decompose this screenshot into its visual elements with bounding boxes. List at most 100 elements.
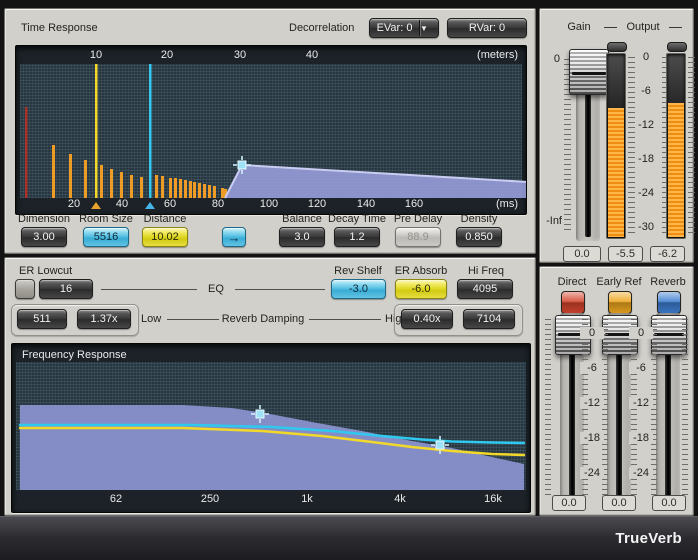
frequency-response-plot [12, 344, 530, 512]
freq-tick-label: 250 [201, 493, 219, 505]
early-reflection-bar [221, 188, 224, 198]
chevron-down-icon[interactable]: ▼ [420, 24, 438, 33]
early-reflection-bar [184, 180, 187, 198]
damping-line-left [167, 319, 219, 320]
er-lowcut-value[interactable]: 16 [39, 279, 93, 299]
spread-marker-line[interactable] [149, 64, 152, 198]
early-reflection-bar [213, 186, 216, 198]
time-meters-tick-label: 10 [90, 49, 102, 61]
spread-marker-triangle[interactable] [145, 202, 155, 209]
frequency-response-graph[interactable]: Frequency Response 622501k4k16k [11, 343, 531, 513]
mix-panel: Direct0.0Early Ref0.0Reverb0.00-6-12-18-… [539, 266, 694, 516]
mix-scale-label: 0 [580, 327, 604, 339]
hi-freq-value[interactable]: 4095 [457, 279, 513, 299]
time-ms-tick-label: 100 [260, 198, 278, 210]
mix-scale-label: -24 [629, 467, 653, 479]
damp-high-ratio-value[interactable]: 0.40x [401, 309, 453, 329]
rev-shelf-value[interactable]: -3.0 [331, 279, 386, 299]
room-size-value[interactable]: 5516 [83, 227, 129, 247]
early-reflection-bar [203, 184, 206, 198]
link-arrow-button[interactable]: → [222, 227, 246, 247]
damp-low-ratio-value[interactable]: 1.37x [77, 309, 131, 329]
early-reflection-bar [130, 175, 133, 198]
distance-marker-triangle[interactable] [91, 202, 101, 209]
time-ms-tick-label: 140 [357, 198, 375, 210]
er-absorb-value[interactable]: -6.0 [395, 279, 447, 299]
eq-line-left [101, 289, 197, 290]
gain-inf-tick-label: -Inf [540, 215, 562, 227]
time-ms-tick-label: 60 [164, 198, 176, 210]
time-meters-tick-label: 40 [306, 49, 318, 61]
damping-line-right [309, 319, 381, 320]
early-reflection-bar [140, 177, 143, 198]
gain-label: Gain [554, 21, 604, 33]
left-meter-readout[interactable]: -5.5 [608, 246, 643, 262]
reverb-readout[interactable]: 0.0 [652, 495, 686, 511]
meter-scale-label: 0 [632, 51, 660, 63]
hi-freq-label: Hi Freq [451, 265, 521, 277]
meter-ruler-left [628, 57, 635, 235]
early-reflection-bar [161, 176, 164, 198]
er-absorb-label: ER Absorb [386, 265, 456, 277]
damp-high-freq-value[interactable]: 7104 [463, 309, 515, 329]
left-meter-fill [608, 108, 624, 237]
early-reflection-bar [84, 160, 87, 198]
reverb-knob-notch [654, 333, 684, 336]
time-response-graph[interactable]: 10203040(meters)20406080100120140160(ms) [15, 45, 527, 215]
er-lowcut-toggle[interactable] [15, 279, 35, 299]
balance-value[interactable]: 3.0 [279, 227, 325, 247]
early-reflection-bar [208, 185, 211, 198]
early-reflection-bar [179, 179, 182, 198]
gain-fader-knob[interactable] [569, 49, 609, 95]
time-meters-tick-label: 20 [161, 49, 173, 61]
early-reflection-bar [100, 165, 103, 198]
time-ms-tick-label: 80 [212, 198, 224, 210]
rvar-button[interactable]: RVar: 0 [447, 18, 527, 38]
time-ms-tick-label: 40 [116, 198, 128, 210]
meter-scale-label: -24 [632, 187, 660, 199]
reverb-label: Reverb [636, 276, 698, 288]
damp-low-freq-value[interactable]: 511 [17, 309, 67, 329]
density-label: Density [439, 213, 519, 225]
direct-readout[interactable]: 0.0 [552, 495, 586, 511]
mix-ruler [545, 319, 551, 499]
eq-label: EQ [203, 283, 229, 295]
early-reflection-bar [120, 172, 123, 198]
decorrelation-label: Decorrelation [289, 22, 354, 34]
early-reflection-bar [69, 154, 72, 198]
time-ms-tick-label: 160 [405, 198, 423, 210]
time-ms-tick-label: 20 [68, 198, 80, 210]
right-meter-readout[interactable]: -6.2 [650, 246, 685, 262]
pre-delay-value[interactable]: 88.9 [395, 227, 441, 247]
distance-label: Distance [125, 213, 205, 225]
early-reflection-bar [110, 169, 113, 198]
right-clip-button[interactable] [667, 42, 687, 52]
freq-tick-label: 4k [394, 493, 406, 505]
reverb-solo-button[interactable] [657, 291, 681, 314]
dimension-value[interactable]: 3.00 [21, 227, 67, 247]
left-clip-button[interactable] [607, 42, 627, 52]
early-reflection-bar [52, 145, 55, 198]
mix-scale-label: -24 [580, 467, 604, 479]
right-output-meter [666, 53, 686, 239]
density-value[interactable]: 0.850 [456, 227, 502, 247]
right-meter-fill [668, 103, 684, 237]
direct-solo-button[interactable] [561, 291, 585, 314]
gain-readout[interactable]: 0.0 [563, 246, 601, 262]
output-label: Output [619, 21, 667, 33]
right-arrow-icon: → [228, 230, 241, 245]
meter-scale-label: -6 [632, 85, 660, 97]
evar-dropdown[interactable]: EVar: 0 ▼ [369, 18, 439, 38]
distance-marker-line[interactable] [95, 64, 98, 198]
eq-panel: ER Lowcut 16 EQ Rev Shelf -3.0 ER Absorb… [4, 257, 536, 516]
direct-sound-line [25, 107, 28, 198]
time-response-plot [16, 46, 526, 214]
output-dash-right [669, 27, 682, 28]
early-reflection-bar [155, 175, 158, 198]
decay-time-value[interactable]: 1.2 [334, 227, 380, 247]
distance-value[interactable]: 10.02 [142, 227, 188, 247]
left-output-meter [606, 53, 626, 239]
early-ref-solo-button[interactable] [608, 291, 632, 314]
time-response-title: Time Response [21, 22, 98, 34]
freq-tick-label: 62 [110, 493, 122, 505]
